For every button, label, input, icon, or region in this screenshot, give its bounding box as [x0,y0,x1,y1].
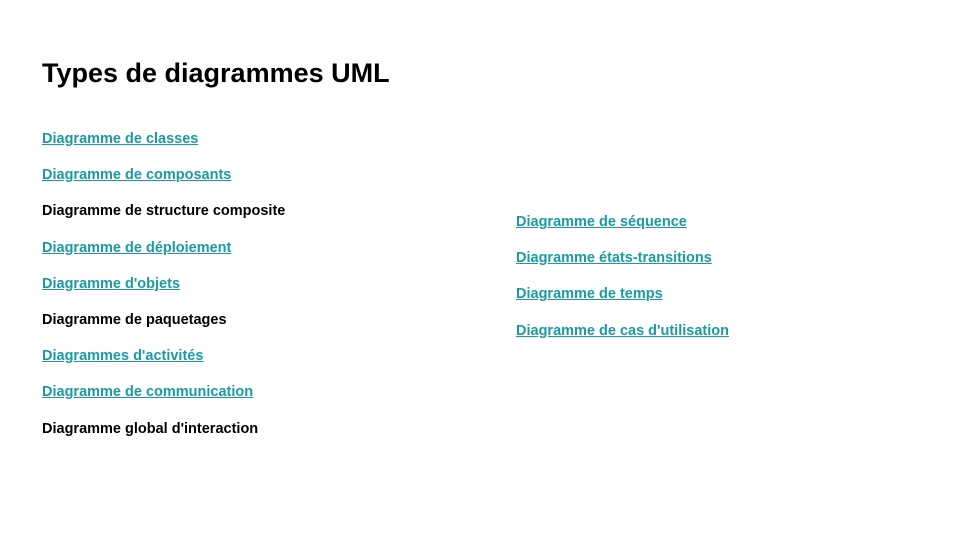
link-diagramme-de-composants[interactable]: Diagramme de composants [42,166,285,202]
text-diagramme-global-d-interaction: Diagramme global d'interaction [42,420,259,437]
left-diagram-list: Diagramme de classes Diagramme de compos… [42,130,285,456]
link-diagramme-de-classes[interactable]: Diagramme de classes [42,130,285,166]
slide: Types de diagrammes UML Diagramme de cla… [0,0,960,540]
link-diagramme-de-cas-d-utilisation[interactable]: Diagramme de cas d'utilisation [516,322,729,358]
link-diagramme-de-sequence[interactable]: Diagramme de séquence [516,213,729,249]
link-diagramme-de-temps[interactable]: Diagramme de temps [516,285,729,321]
link-diagramme-de-deploiement[interactable]: Diagramme de déploiement [42,239,285,275]
text-diagramme-de-paquetages: Diagramme de paquetages [42,311,227,328]
text-diagramme-de-structure-composite: Diagramme de structure composite [42,203,286,220]
right-diagram-list: Diagramme de séquence Diagramme états-tr… [516,213,729,358]
link-diagrammes-d-activites[interactable]: Diagrammes d'activités [42,347,285,383]
link-diagramme-d-objets[interactable]: Diagramme d'objets [42,275,285,311]
link-diagramme-etats-transitions[interactable]: Diagramme états-transitions [516,249,729,285]
link-diagramme-de-communication[interactable]: Diagramme de communication [42,383,285,419]
page-title: Types de diagrammes UML [42,58,390,88]
